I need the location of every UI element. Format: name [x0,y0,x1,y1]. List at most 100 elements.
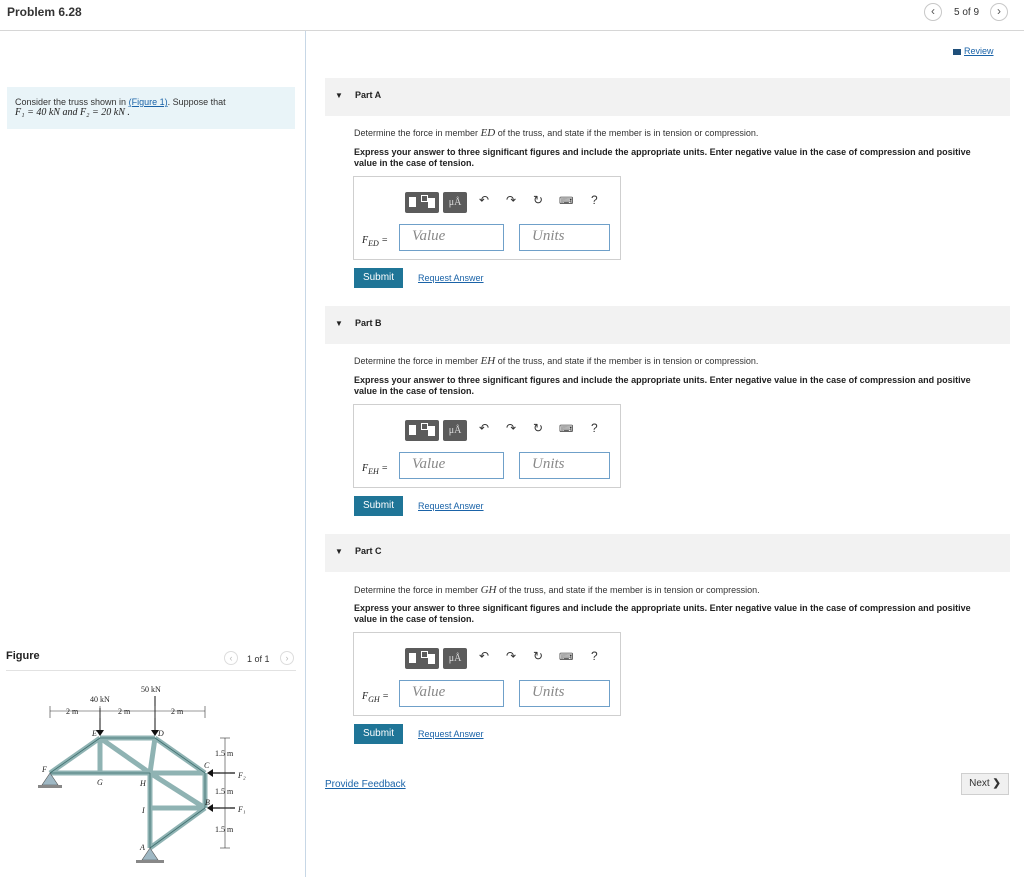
part-c-title: Part C [355,546,382,556]
dim-label-2: 2 m [118,707,131,716]
part-c-request-answer[interactable]: Request Answer [418,729,484,739]
units-symbol-button[interactable]: μÅ [443,648,467,669]
joint-label-i: I [141,806,145,815]
help-icon[interactable]: ? [591,421,598,435]
part-c-answer-box: μÅ ↶ ↷ ↻ ⌨ ? FGH = Value Units [353,632,621,716]
question-pre: Determine the force in member [354,585,479,595]
part-a-request-answer[interactable]: Request Answer [418,273,484,283]
figure-next-button[interactable]: › [280,651,294,665]
provide-feedback-link[interactable]: Provide Feedback [325,779,406,790]
answer-sub: ED [368,239,379,248]
reset-icon[interactable]: ↻ [533,193,543,207]
value-input[interactable]: Value [399,224,504,251]
figure-label: Figure [6,650,40,662]
load-label-d: 50 kN [141,685,161,694]
caret-down-icon: ▼ [335,319,343,328]
next-button[interactable]: Next ❯ [961,773,1009,795]
question-post: of the truss, and state if the member is… [498,585,760,595]
part-a-instructions: Express your answer to three significant… [354,147,971,168]
units-input[interactable]: Units [519,680,610,707]
units-input[interactable]: Units [519,452,610,479]
part-a-header[interactable]: ▼ Part A [325,78,1010,116]
review-link[interactable]: Review [953,46,994,56]
joint-label-c: C [204,761,210,770]
part-b-instructions: Express your answer to three significant… [354,375,971,396]
undo-icon[interactable]: ↶ [479,193,489,207]
templates-icon[interactable] [405,192,439,213]
figure-separator [6,670,296,671]
keyboard-icon[interactable]: ⌨ [559,424,573,435]
review-label: Review [964,46,994,56]
units-input[interactable]: Units [519,224,610,251]
keyboard-icon[interactable]: ⌨ [559,652,573,663]
load-label-e: 40 kN [90,695,110,704]
force-label-f2: F₂ [237,771,246,780]
redo-icon[interactable]: ↷ [506,649,516,663]
question-post: of the truss, and state if the member is… [497,356,759,366]
answer-eq: = [381,463,389,474]
part-c-instructions: Express your answer to three significant… [354,603,971,624]
help-icon[interactable]: ? [591,193,598,207]
joint-label-d: D [157,729,164,738]
part-a-title: Part A [355,90,382,100]
figure-prev-button[interactable]: ‹ [224,651,238,665]
redo-icon[interactable]: ↷ [506,193,516,207]
part-c-header[interactable]: ▼ Part C [325,534,1010,572]
undo-icon[interactable]: ↶ [479,649,489,663]
joint-label-g: G [97,778,103,787]
given-values: F₁ = 40 kN and F₂ = 20 kN . [15,107,130,118]
answer-eq: = [382,691,389,702]
chevron-left-icon: ‹ [931,4,935,18]
member-name: EH [480,355,496,367]
part-a-question: Determine the force in member ED of the … [354,127,758,139]
chevron-right-icon: › [997,4,1001,18]
joint-label-f: F [41,765,47,774]
dim-label-1: 2 m [66,707,79,716]
chevron-left-icon: ‹ [229,653,233,663]
question-pre: Determine the force in member [354,128,479,138]
units-symbol-button[interactable]: μÅ [443,192,467,213]
prev-page-button[interactable]: ‹ [924,3,942,21]
figure-link[interactable]: (Figure 1) [129,97,168,107]
answer-label: FEH = [362,463,388,476]
joint-label-e: E [91,729,97,738]
part-c-submit-button[interactable]: Submit [354,724,403,744]
reset-icon[interactable]: ↻ [533,421,543,435]
chevron-right-icon: ❯ [992,778,1001,789]
page-count: 5 of 9 [954,7,980,18]
member-name: GH [480,584,497,596]
problem-intro: Consider the truss shown in (Figure 1). … [15,97,226,107]
answer-sub: EH [368,467,379,476]
part-b-title: Part B [355,318,382,328]
caret-down-icon: ▼ [335,547,343,556]
redo-icon[interactable]: ↷ [506,421,516,435]
templates-icon[interactable] [405,420,439,441]
joint-label-a: A [139,843,145,852]
column-divider [305,31,306,877]
truss-figure: 40 kN 50 kN 2 m 2 m 2 m 1.5 m 1.5 m 1.5 … [38,685,246,863]
undo-icon[interactable]: ↶ [479,421,489,435]
chevron-right-icon: › [285,653,289,663]
dim-v-label-1: 1.5 m [215,749,234,758]
member-name: ED [480,127,496,139]
help-icon[interactable]: ? [591,649,598,663]
dim-v-label-2: 1.5 m [215,787,234,796]
intro-end-text: . Suppose that [167,97,226,107]
value-input[interactable]: Value [399,680,504,707]
next-page-button[interactable]: › [990,3,1008,21]
next-label: Next [969,778,990,789]
part-b-answer-box: μÅ ↶ ↷ ↻ ⌨ ? FEH = Value Units [353,404,621,488]
part-b-submit-button[interactable]: Submit [354,496,403,516]
part-c-question: Determine the force in member GH of the … [354,584,760,596]
value-input[interactable]: Value [399,452,504,479]
part-b-header[interactable]: ▼ Part B [325,306,1010,344]
units-symbol-button[interactable]: μÅ [443,420,467,441]
templates-icon[interactable] [405,648,439,669]
figure-count: 1 of 1 [247,654,270,664]
part-b-request-answer[interactable]: Request Answer [418,501,484,511]
part-a-submit-button[interactable]: Submit [354,268,403,288]
keyboard-icon[interactable]: ⌨ [559,196,573,207]
intro-text: Consider the truss shown in [15,97,127,107]
joint-label-b: B [205,798,210,807]
reset-icon[interactable]: ↻ [533,649,543,663]
